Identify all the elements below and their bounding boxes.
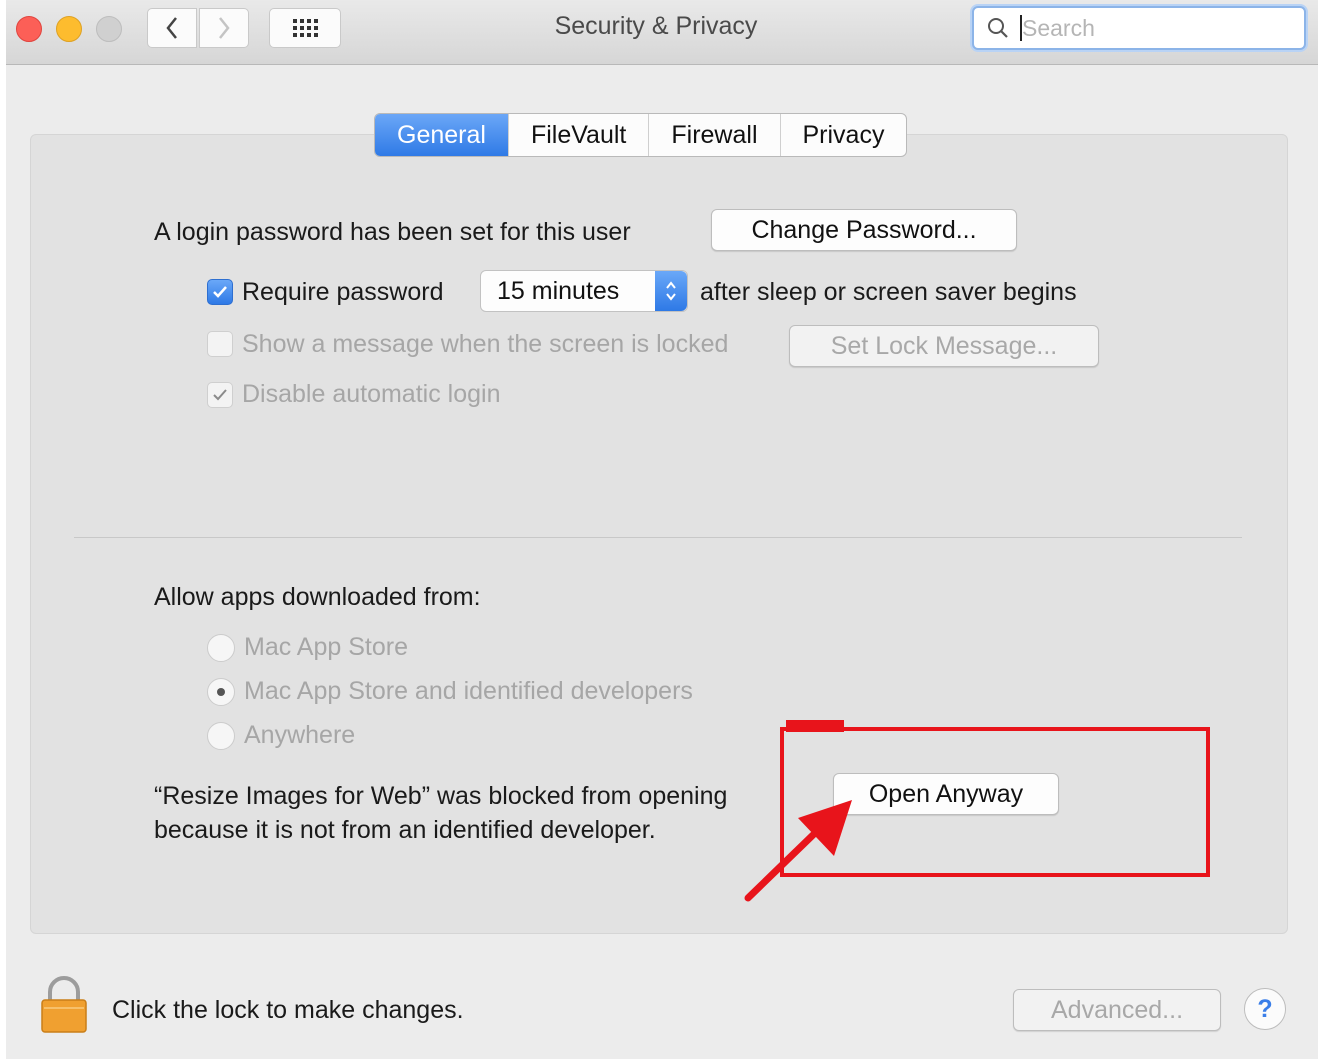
tab-bar: General FileVault Firewall Privacy	[374, 113, 908, 157]
help-button[interactable]: ?	[1244, 988, 1286, 1030]
set-lock-message-button[interactable]: Set Lock Message...	[789, 325, 1099, 367]
password-delay-select[interactable]: 15 minutes	[480, 270, 688, 312]
forward-button[interactable]	[199, 8, 249, 48]
search-field[interactable]: Search	[972, 6, 1306, 50]
radio-anywhere-label: Anywhere	[244, 721, 356, 749]
require-password-label: Require password	[242, 278, 444, 306]
tab-general[interactable]: General	[375, 114, 508, 156]
show-message-checkbox[interactable]	[207, 331, 233, 357]
show-message-label: Show a message when the screen is locked	[242, 330, 729, 358]
show-all-button[interactable]	[269, 8, 341, 48]
disable-autologin-checkbox[interactable]	[207, 382, 233, 408]
minimize-window-button[interactable]	[56, 16, 82, 42]
tab-filevault[interactable]: FileVault	[507, 114, 648, 156]
back-button[interactable]	[147, 8, 197, 48]
radio-anywhere[interactable]	[207, 722, 235, 750]
after-sleep-text: after sleep or screen saver begins	[700, 278, 1077, 306]
advanced-button[interactable]: Advanced...	[1013, 989, 1221, 1031]
tab-firewall[interactable]: Firewall	[648, 114, 779, 156]
chevron-left-icon	[166, 17, 177, 39]
allow-apps-heading: Allow apps downloaded from:	[154, 583, 481, 611]
login-password-text: A login password has been set for this u…	[154, 218, 631, 246]
checkmark-icon	[213, 389, 227, 401]
change-password-button[interactable]: Change Password...	[711, 209, 1017, 251]
blocked-message-line2: because it is not from an identified dev…	[154, 816, 656, 844]
lock-icon[interactable]	[40, 976, 88, 1034]
tab-privacy[interactable]: Privacy	[779, 114, 907, 156]
radio-identified-developers[interactable]	[207, 678, 235, 706]
close-window-button[interactable]	[16, 16, 42, 42]
radio-selected-dot	[217, 688, 225, 696]
require-password-checkbox[interactable]	[207, 279, 233, 305]
checkmark-icon	[213, 286, 227, 298]
radio-mac-app-store[interactable]	[207, 634, 235, 662]
disable-autologin-label: Disable automatic login	[242, 380, 501, 408]
blocked-message-line1: “Resize Images for Web” was blocked from…	[154, 782, 728, 810]
radio-identified-developers-label: Mac App Store and identified developers	[244, 677, 693, 705]
lock-instruction-text: Click the lock to make changes.	[112, 996, 464, 1024]
radio-mac-app-store-label: Mac App Store	[244, 633, 408, 661]
search-placeholder: Search	[1022, 14, 1095, 41]
section-divider	[74, 537, 1242, 538]
annotation-arrow-icon	[744, 800, 852, 902]
window-title: Security & Privacy	[554, 12, 758, 40]
annotation-highlight-marker	[786, 720, 844, 732]
chevron-right-icon	[219, 17, 230, 39]
zoom-window-button[interactable]	[96, 16, 122, 42]
search-icon	[988, 18, 1008, 38]
grid-icon	[292, 19, 318, 37]
updown-arrows-icon	[655, 271, 687, 311]
title-bar: Security & Privacy Search	[6, 0, 1318, 65]
password-delay-value: 15 minutes	[497, 276, 620, 305]
preferences-window: Security & Privacy Search General FileVa…	[6, 0, 1318, 1059]
